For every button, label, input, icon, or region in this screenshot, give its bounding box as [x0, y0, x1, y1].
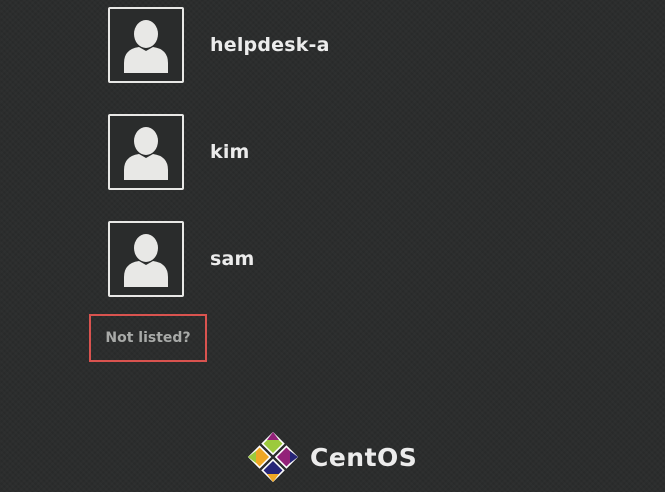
- user-avatar[interactable]: [108, 7, 184, 83]
- user-name: kim: [210, 141, 250, 163]
- user-silhouette-icon: [124, 127, 168, 180]
- not-listed-link[interactable]: Not listed?: [89, 314, 207, 362]
- user-avatar[interactable]: [108, 114, 184, 190]
- centos-logo: CentOS: [246, 430, 417, 484]
- user-avatar[interactable]: [108, 221, 184, 297]
- user-item-sam[interactable]: sam: [108, 219, 408, 299]
- centos-logo-icon: [247, 431, 299, 483]
- not-listed-label: Not listed?: [105, 330, 191, 346]
- user-name: helpdesk-a: [210, 34, 330, 56]
- user-name: sam: [210, 248, 255, 270]
- user-item-kim[interactable]: kim: [108, 112, 408, 192]
- user-item-helpdesk-a[interactable]: helpdesk-a: [108, 5, 408, 85]
- user-silhouette-icon: [124, 234, 168, 287]
- user-silhouette-icon: [124, 20, 168, 73]
- logo-text: CentOS: [310, 442, 418, 472]
